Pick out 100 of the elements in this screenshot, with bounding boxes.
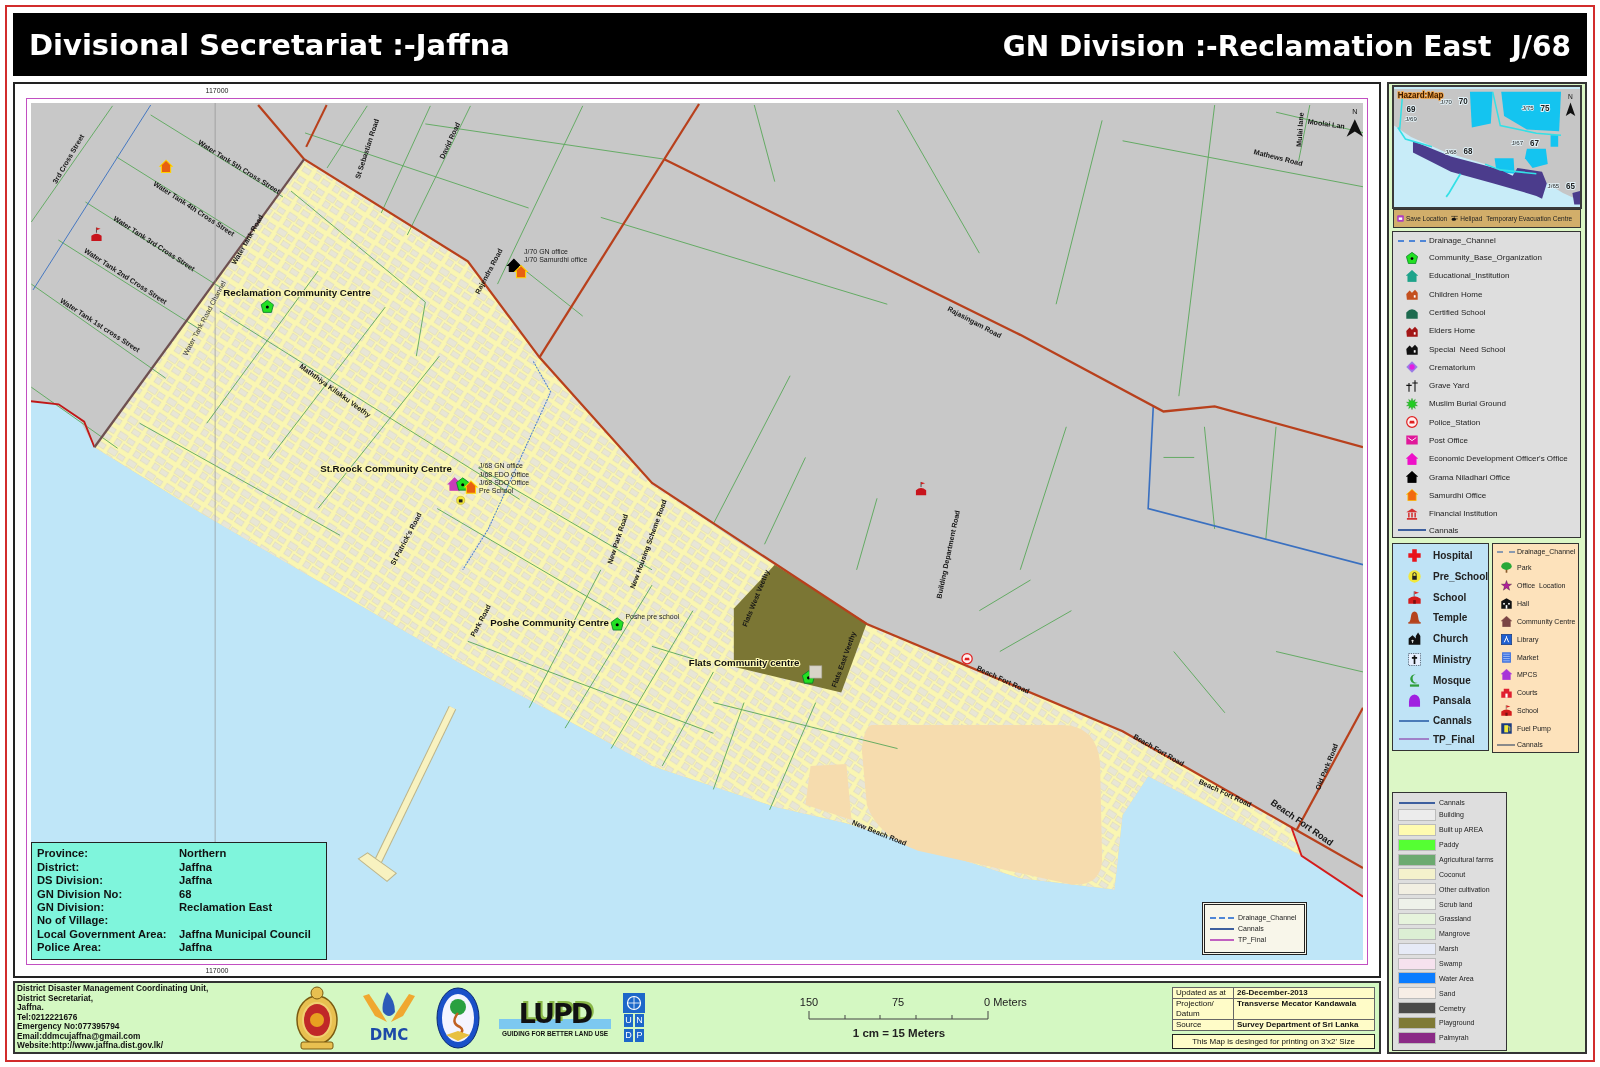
school-icon	[915, 481, 927, 496]
contact-line: Website:http://www.jaffna.dist.gov.lk/	[17, 1041, 164, 1051]
info-label: Province:	[37, 847, 89, 861]
church-icon	[1407, 632, 1421, 646]
metadata-value: Survey Department of Sri Lanka	[1233, 1019, 1375, 1030]
legend-label: Elders Home	[1429, 326, 1476, 336]
dome-icon	[1407, 694, 1421, 708]
legend-label: Church	[1433, 633, 1468, 645]
envelope-icon	[1406, 434, 1418, 447]
house-icon	[1406, 489, 1418, 502]
info-label: GN Division No:	[37, 887, 124, 901]
info-label: Local Government Area:	[37, 927, 168, 942]
info-value: 68	[179, 887, 193, 901]
building-icon	[809, 665, 823, 679]
hazard-zone	[1469, 91, 1493, 128]
legend-label: Pre_School	[1433, 570, 1489, 582]
north-arrow-icon	[1565, 102, 1576, 116]
scale-label: 150	[799, 995, 819, 1008]
legend-label: Crematorium	[1429, 362, 1476, 372]
contact-line: District Disaster Management Coordinating Unit,	[17, 984, 210, 994]
metadata-label: Projection/ Datum	[1172, 998, 1234, 1019]
coastal-hazard-zone	[1572, 191, 1580, 205]
hazard-zone	[1524, 148, 1548, 168]
school-icon	[91, 227, 102, 241]
legend-label: Cannals	[1433, 715, 1472, 727]
info-value: Reclamation East	[179, 901, 274, 915]
legend-label: Pansala	[1433, 695, 1471, 707]
legend-label: Drainage_Channel	[1429, 236, 1496, 246]
house-icon	[1406, 471, 1418, 484]
building-icon	[1500, 597, 1512, 609]
pentagon-icon	[1406, 251, 1418, 264]
coast-line	[31, 400, 96, 449]
north-arrow-icon	[1346, 119, 1363, 137]
house-icon	[513, 264, 529, 279]
info-label: District:	[37, 860, 81, 875]
hazard-zone	[1550, 135, 1559, 147]
legend-label: Special Need School	[1429, 344, 1506, 354]
bell-icon	[1407, 611, 1421, 625]
crescent-icon	[1407, 673, 1421, 687]
house-icon	[1500, 669, 1512, 681]
info-label: GN Division:	[37, 901, 106, 915]
metadata-value: 26-December-2013	[1233, 987, 1375, 998]
pentagon-icon	[610, 617, 624, 631]
fuel-pump-icon	[1500, 723, 1512, 735]
contact-line: Tel:0212221676	[17, 1012, 79, 1023]
contact-line: District Secretariat,	[17, 993, 94, 1003]
house-icon	[1406, 452, 1418, 465]
star-icon	[1500, 579, 1512, 591]
info-value: Jaffna	[179, 874, 213, 888]
house-icon	[1406, 306, 1418, 319]
legend-label: Grave Yard	[1429, 381, 1470, 391]
pentagon-icon	[260, 299, 274, 313]
crosses-icon	[1406, 379, 1418, 392]
emblem-logo	[295, 985, 339, 1050]
scale-ratio: 1 cm = 15 Meters	[852, 1026, 946, 1039]
ring-icon	[961, 652, 973, 665]
legend-label: Muslim Burial Ground	[1429, 399, 1506, 409]
padlock-icon	[1407, 569, 1421, 583]
legend-label: Samurdhi Office	[1429, 490, 1487, 500]
info-label: Police Area:	[37, 941, 103, 955]
legend-label: Police_Station	[1429, 417, 1481, 427]
legend-label: Post Office	[1429, 436, 1468, 445]
info-label: No of Village:	[37, 914, 110, 928]
division-code: J/68	[1511, 30, 1571, 63]
sand-area	[805, 763, 852, 821]
legend-label: School	[1433, 591, 1467, 603]
padlock-icon	[456, 496, 466, 505]
print-note: This Map is desinged for printing on 3'x2' Size	[1172, 1033, 1375, 1049]
house-icon	[1406, 343, 1418, 356]
legend-label: Mosque	[1433, 674, 1471, 686]
metadata-label: Updated as at	[1172, 987, 1234, 998]
pier	[1445, 172, 1462, 198]
house-icon	[158, 159, 174, 173]
contact-line: Emergency No:077395794	[17, 1022, 121, 1032]
legend-label: Economic Development Officer's Office	[1429, 454, 1568, 464]
legend-label: Grama Niladhari Office	[1429, 472, 1511, 482]
scale-label: 75	[891, 995, 905, 1008]
legend-label: Children Home	[1429, 289, 1483, 299]
ring-icon	[1406, 416, 1418, 429]
legend-label: Community_Base_Organization	[1429, 253, 1542, 263]
starburst-icon	[1406, 397, 1418, 410]
tile-icon	[1500, 633, 1512, 645]
house-icon	[1406, 324, 1418, 337]
metadata-label: Source	[1172, 1019, 1234, 1030]
contact-line: Email:ddmcujaffna@gmail.com	[17, 1031, 141, 1042]
grid-icon	[1500, 651, 1512, 663]
helicopter-icon	[1451, 215, 1459, 223]
contact-line: Jaffna.	[17, 1003, 45, 1013]
place-label: Poshe Community Centre	[490, 617, 610, 629]
cross-icon	[1407, 652, 1421, 666]
map-title: Divisional Secretariat :-Jaffna	[29, 27, 510, 62]
scale-label: 0 Meters	[984, 995, 1027, 1008]
info-label: DS Division:	[37, 874, 104, 888]
place-label: Reclamation Community Centre	[223, 286, 371, 298]
school-icon	[1407, 590, 1421, 604]
diamond-icon	[1406, 361, 1418, 374]
tree-icon	[1500, 562, 1512, 573]
tile-icon	[1397, 215, 1404, 223]
house-icon	[463, 480, 479, 494]
building-icon	[1500, 687, 1512, 699]
